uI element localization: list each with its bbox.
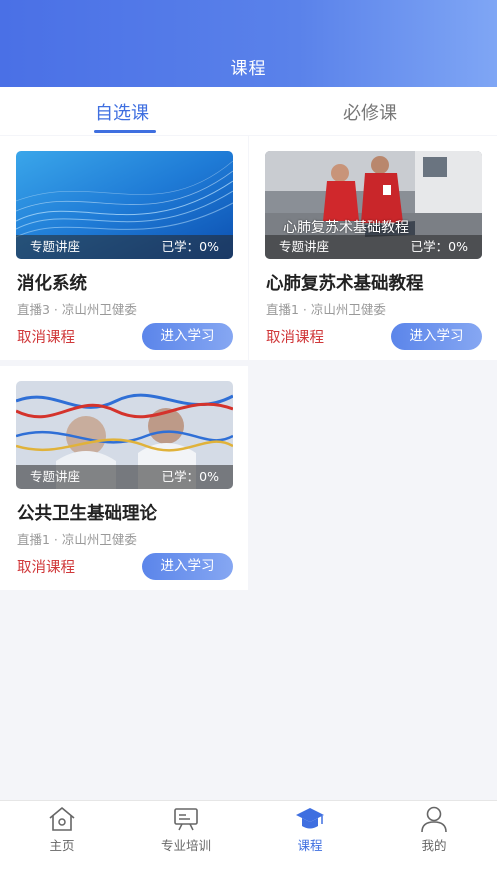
thumbnail-caption: 心肺复苏术基础教程	[283, 220, 409, 236]
course-tabs: 自选课 必修课	[0, 87, 497, 135]
active-tab-indicator	[94, 130, 156, 133]
presentation-board-icon	[174, 808, 198, 831]
course-progress: 已学：0%	[410, 239, 468, 254]
course-progress: 已学：0%	[161, 469, 219, 484]
tab-required[interactable]: 必修课	[343, 99, 397, 125]
graduation-cap-icon	[296, 808, 324, 829]
course-progress: 已学：0%	[161, 239, 219, 254]
tabbar-label: 课程	[297, 838, 323, 853]
course-card[interactable]: 专题讲座 已学：0% 消化系统 直播3 · 凉山州卫健委 取消课程 进入学习	[0, 136, 248, 360]
enter-study-button[interactable]: 进入学习	[142, 323, 233, 350]
course-thumbnail[interactable]: 心肺复苏术基础教程 专题讲座 已学：0%	[265, 151, 482, 259]
enter-study-button[interactable]: 进入学习	[142, 553, 233, 580]
course-card[interactable]: 心肺复苏术基础教程 专题讲座 已学：0% 心肺复苏术基础教程 直播1 · 凉山州…	[249, 136, 497, 360]
cancel-course-button[interactable]: 取消课程	[266, 326, 324, 347]
course-thumbnail[interactable]: 专题讲座 已学：0%	[16, 151, 233, 259]
bottom-tab-bar: 主页 专业培训 课程 我的	[0, 800, 497, 883]
course-card[interactable]: 专题讲座 已学：0% 公共卫生基础理论 直播1 · 凉山州卫健委 取消课程 进入…	[0, 366, 248, 590]
course-type-label: 专题讲座	[30, 469, 81, 484]
course-title: 消化系统	[17, 274, 87, 294]
course-meta: 直播3 · 凉山州卫健委	[17, 302, 137, 317]
app-header: 课程	[0, 0, 497, 87]
page-title: 课程	[230, 59, 267, 79]
tabbar-item-training[interactable]: 专业培训	[141, 805, 231, 854]
home-icon	[49, 807, 75, 831]
tabbar-item-home[interactable]: 主页	[17, 805, 107, 854]
course-title: 公共卫生基础理论	[17, 504, 157, 524]
tabbar-label: 专业培训	[160, 838, 211, 853]
tabbar-label: 我的	[421, 838, 447, 853]
course-type-label: 专题讲座	[279, 239, 330, 254]
course-meta: 直播1 · 凉山州卫健委	[17, 532, 137, 547]
tabbar-label: 主页	[49, 838, 75, 853]
tabbar-item-profile[interactable]: 我的	[389, 805, 479, 854]
enter-study-button[interactable]: 进入学习	[391, 323, 482, 350]
course-meta: 直播1 · 凉山州卫健委	[266, 302, 386, 317]
cancel-course-button[interactable]: 取消课程	[17, 326, 75, 347]
course-title: 心肺复苏术基础教程	[266, 274, 424, 294]
cancel-course-button[interactable]: 取消课程	[17, 556, 75, 577]
tab-elective[interactable]: 自选课	[95, 99, 149, 125]
course-type-label: 专题讲座	[30, 239, 81, 254]
tabbar-item-courses[interactable]: 课程	[265, 805, 355, 854]
user-icon	[421, 806, 447, 833]
course-thumbnail[interactable]: 专题讲座 已学：0%	[16, 381, 233, 489]
